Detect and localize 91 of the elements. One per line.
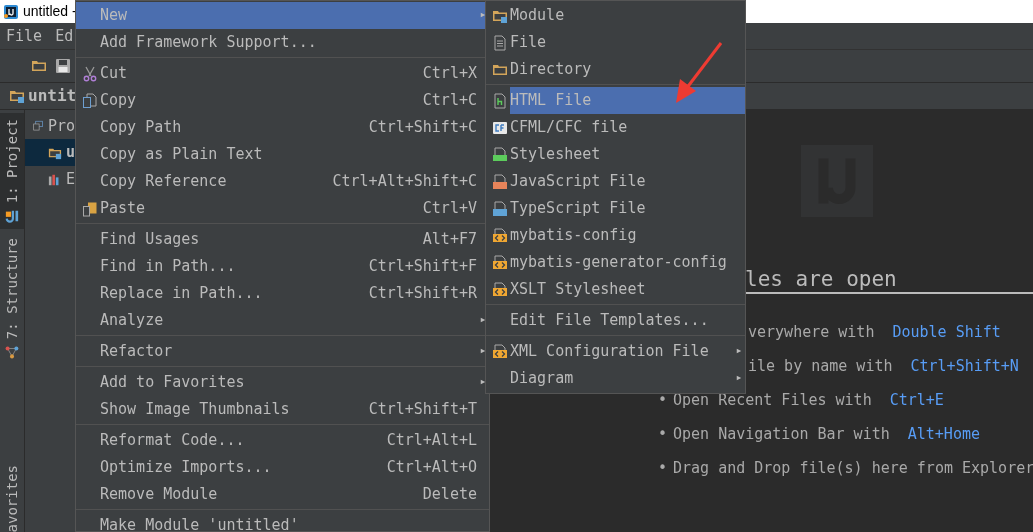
submenu-arrow-icon <box>480 315 486 325</box>
menu-item[interactable]: Add to Favorites <box>76 369 489 396</box>
menu-item[interactable]: Reformat Code... Ctrl+Alt+L <box>76 427 489 454</box>
menu-bar-item[interactable]: Ed <box>55 24 74 48</box>
xml-file-icon <box>491 343 508 360</box>
shortcut-text: Ctrl+Alt+Shift+C <box>332 171 478 193</box>
menu-item[interactable]: Directory <box>486 56 745 83</box>
menu-item[interactable]: Copy as Plain Text <box>76 141 489 168</box>
shortcut-text: Ctrl+Shift+N <box>910 359 1019 373</box>
cfml-file-icon <box>491 119 508 136</box>
menu-item[interactable]: TypeScript File <box>486 195 745 222</box>
tree-item[interactable]: E <box>25 166 75 193</box>
save-icon <box>55 58 71 74</box>
shortcut-text: Double Shift <box>892 325 1001 339</box>
menu-item[interactable]: Refactor <box>76 338 489 365</box>
hint-text: verywhere with <box>748 325 875 339</box>
project-view-icon <box>33 119 44 133</box>
submenu-arrow-icon <box>736 346 742 356</box>
menu-item[interactable]: Stylesheet <box>486 141 745 168</box>
bullet: • <box>658 393 669 407</box>
menu-item[interactable]: Copy Path Ctrl+Shift+C <box>76 114 489 141</box>
menu-item[interactable]: Replace in Path... Ctrl+Shift+R <box>76 280 489 307</box>
menu-item[interactable]: Make Module 'untitled' <box>76 512 489 531</box>
menu-item[interactable]: Module <box>486 2 745 29</box>
menu-item[interactable]: Optimize Imports... Ctrl+Alt+O <box>76 454 489 481</box>
menu-item[interactable]: Paste Ctrl+V <box>76 195 489 222</box>
menu-item[interactable]: Remove Module Delete <box>76 481 489 508</box>
html-file-icon <box>491 92 508 109</box>
structure-icon <box>5 345 19 360</box>
menu-item[interactable]: Find Usages Alt+F7 <box>76 226 489 253</box>
hint-text: Drag and Drop file(s) here from Explorer <box>673 461 1033 475</box>
module-folder-icon <box>9 88 25 104</box>
menu-item[interactable]: Edit File Templates... <box>486 307 745 334</box>
submenu-arrow-icon <box>736 373 742 383</box>
menu-item[interactable]: Find in Path... Ctrl+Shift+F <box>76 253 489 280</box>
xml-file-icon <box>491 227 508 244</box>
shortcut-text: Alt+F7 <box>422 229 478 251</box>
menu-item[interactable]: Copy Reference Ctrl+Alt+Shift+C <box>76 168 489 195</box>
shortcut-text: Ctrl+Shift+F <box>368 256 478 278</box>
menu-item[interactable]: Copy Ctrl+C <box>76 87 489 114</box>
menu-item[interactable]: mybatis-generator-config <box>486 249 745 276</box>
app-logo-icon <box>3 3 19 20</box>
window-title: untitled - <box>23 2 77 21</box>
menu-item[interactable]: JavaScript File <box>486 168 745 195</box>
bullet: • <box>658 427 669 441</box>
shortcut-text: Ctrl+V <box>422 198 478 220</box>
breadcrumb[interactable]: untit <box>28 84 77 108</box>
view-selector[interactable]: Pro <box>47 114 75 138</box>
menu-item[interactable]: XSLT Stylesheet <box>486 276 745 303</box>
bullet: • <box>658 461 669 475</box>
menu-item[interactable]: File <box>486 29 745 56</box>
menu-item[interactable]: CFML/CFC file <box>486 114 745 141</box>
javascript-file-icon <box>491 173 508 190</box>
menu-bar-item[interactable]: File <box>6 24 43 48</box>
tree-item[interactable]: u <box>25 139 75 166</box>
menu-item[interactable]: XML Configuration File <box>486 338 745 365</box>
shortcut-text: Ctrl+Alt+L <box>386 430 478 452</box>
menu-item[interactable]: Cut Ctrl+X <box>76 60 489 87</box>
submenu-arrow-icon <box>480 346 486 356</box>
shortcut-text: Ctrl+E <box>889 393 944 407</box>
shortcut-text: Alt+Home <box>907 427 980 441</box>
shortcut-text: Ctrl+Shift+C <box>368 117 478 139</box>
typescript-file-icon <box>491 200 508 217</box>
hint-text: Open Navigation Bar with <box>673 427 890 441</box>
tool-window-tab[interactable]: 1: Project <box>0 113 24 230</box>
shortcut-text: Ctrl+C <box>422 90 478 112</box>
xml-file-icon <box>491 254 508 271</box>
copy-icon <box>81 92 98 109</box>
file-icon <box>491 34 508 51</box>
shortcut-text: Ctrl+Alt+O <box>386 457 478 479</box>
xml-file-icon <box>491 281 508 298</box>
menu-item[interactable]: Show Image Thumbnails Ctrl+Shift+T <box>76 396 489 423</box>
shortcut-text: Ctrl+Shift+R <box>368 283 478 305</box>
stylesheet-file-icon <box>491 146 508 163</box>
project-icon <box>5 209 19 224</box>
pointer-arrow <box>676 42 723 103</box>
shortcut-text: Ctrl+Shift+T <box>368 399 478 421</box>
hint-text: Open Recent Files with <box>673 393 872 407</box>
menu-item[interactable]: Add Framework Support... <box>76 29 489 56</box>
shortcut-text: Delete <box>422 484 478 506</box>
shortcut-text: Ctrl+X <box>422 63 478 85</box>
menu-item[interactable]: mybatis-config <box>486 222 745 249</box>
hint-text: ile by name with <box>748 359 893 373</box>
menu-item[interactable]: Diagram <box>486 365 745 392</box>
editor-heading: les are open <box>745 266 897 293</box>
open-folder-icon <box>31 58 47 74</box>
clipboard-icon <box>81 200 98 217</box>
submenu-arrow-icon <box>480 377 486 387</box>
submenu-arrow-icon <box>480 10 486 20</box>
menu-item[interactable]: Analyze <box>76 307 489 334</box>
scissors-icon <box>81 65 98 82</box>
